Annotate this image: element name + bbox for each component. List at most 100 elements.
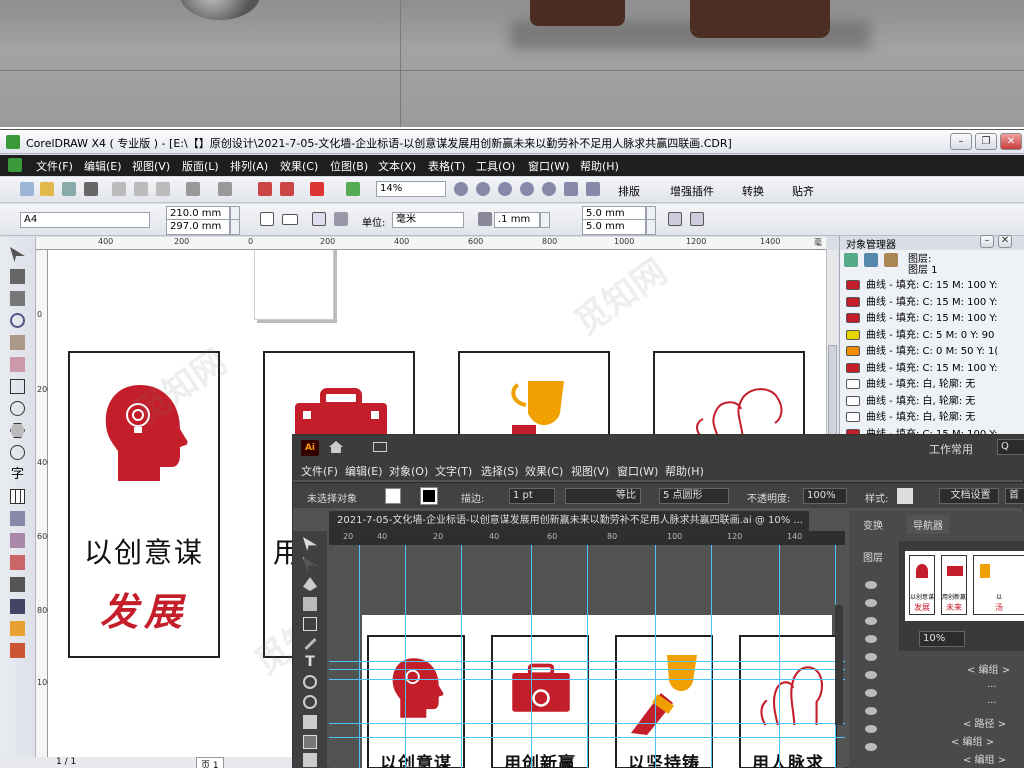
rotate-tool-icon[interactable] (303, 675, 317, 689)
arrange-documents-icon[interactable] (373, 442, 387, 452)
preferences-button[interactable]: 首 (1005, 488, 1024, 504)
brush-definition-select[interactable]: 5 点圆形 (659, 488, 729, 504)
edit-across-layers-icon[interactable] (864, 253, 878, 267)
layer-row[interactable]: < 路径 > (963, 715, 1024, 731)
menu-table[interactable]: 表格(T) (428, 158, 465, 174)
ai-menu-effect[interactable]: 效果(C) (525, 463, 563, 479)
ai-vertical-scrollbar[interactable] (835, 605, 843, 725)
selection-tool-icon[interactable] (303, 537, 317, 551)
ai-menu-select[interactable]: 选择(S) (481, 463, 519, 479)
poster-panel[interactable]: 以坚持铸 (615, 635, 713, 768)
object-list-item[interactable]: 曲线 - 填充: C: 5 M: 0 Y: 90 (846, 326, 1021, 342)
document-setup-button[interactable]: 文档设置 (939, 488, 999, 504)
page-tab[interactable]: 页 1 (196, 757, 224, 768)
layout-plugin-button[interactable]: 排版 (618, 183, 640, 199)
basic-shapes-icon[interactable] (10, 445, 25, 460)
stroke-weight-field[interactable]: 1 pt (509, 488, 555, 504)
ai-menu-type[interactable]: 文字(T) (435, 463, 472, 479)
opacity-field[interactable]: 100% (803, 488, 847, 504)
visibility-eye-icon[interactable] (865, 689, 877, 697)
zoom-out-icon[interactable] (476, 182, 490, 196)
shape-tool-icon[interactable] (10, 269, 25, 284)
layer-row[interactable]: ... (987, 679, 1024, 695)
menu-tools[interactable]: 工具(O) (476, 158, 515, 174)
pen-tool-icon[interactable] (303, 577, 317, 591)
menu-file[interactable]: 文件(F) (36, 158, 73, 174)
object-list-item[interactable]: 曲线 - 填充: C: 15 M: 100 Y: (846, 293, 1021, 309)
visibility-eye-icon[interactable] (865, 671, 877, 679)
fill-tool-icon[interactable] (10, 621, 25, 636)
menu-view[interactable]: 视图(V) (132, 158, 170, 174)
all-pages-icon[interactable] (312, 212, 326, 226)
zoom-width-icon[interactable] (564, 182, 578, 196)
curvature-tool-icon[interactable] (303, 597, 317, 611)
print-icon[interactable] (84, 182, 98, 196)
menu-arrange[interactable]: 排列(A) (230, 158, 268, 174)
menu-bitmaps[interactable]: 位图(B) (330, 158, 368, 174)
options-icon[interactable] (346, 182, 360, 196)
poster-panel[interactable]: 用人脉求 (739, 635, 837, 768)
zoom-all-icon[interactable] (520, 182, 534, 196)
eraser-tool-icon[interactable] (303, 715, 317, 729)
home-icon[interactable] (329, 441, 343, 453)
ai-document-tab[interactable]: 2021-7-05-文化墙-企业标语-以创意谋发展用创新赢未来以勤劳补不足用人脉… (329, 511, 809, 531)
table-tool-icon[interactable] (10, 489, 25, 504)
open-icon[interactable] (40, 182, 54, 196)
graphic-style-swatch[interactable] (897, 488, 913, 504)
artboard-tool-icon[interactable] (303, 735, 317, 749)
menu-edit[interactable]: 编辑(E) (84, 158, 122, 174)
layer-row[interactable]: < 编组 > (967, 661, 1024, 677)
undo-icon[interactable] (186, 182, 200, 196)
show-properties-icon[interactable] (844, 253, 858, 267)
unit-select[interactable]: 毫米 (392, 212, 464, 228)
interactive-fill-icon[interactable] (10, 643, 25, 658)
freehand-tool-icon[interactable] (10, 335, 25, 350)
save-icon[interactable] (62, 182, 76, 196)
snap-plugin-button[interactable]: 贴齐 (792, 183, 814, 199)
object-list-item[interactable]: 曲线 - 填充: 白, 轮廓: 无 (846, 408, 1021, 424)
current-page-icon[interactable] (334, 212, 348, 226)
paper-size-select[interactable]: A4 (20, 212, 150, 228)
poster-panel[interactable]: 以创意谋 (367, 635, 465, 768)
poster-panel[interactable]: 用创新赢 (491, 635, 589, 768)
layer-row[interactable]: < 编组 > (951, 733, 1024, 749)
portrait-icon[interactable] (260, 212, 274, 226)
zoom-in-icon[interactable] (454, 182, 468, 196)
launcher-icon[interactable] (310, 182, 324, 196)
pick-tool-icon[interactable] (10, 247, 25, 262)
object-list-item[interactable]: 曲线 - 填充: C: 0 M: 50 Y: 1( (846, 342, 1021, 358)
visibility-eye-icon[interactable] (865, 707, 877, 715)
layer-row[interactable]: ... (987, 695, 1024, 711)
menu-layout[interactable]: 版面(L) (182, 158, 219, 174)
docker-minimize-button[interactable]: – (980, 235, 994, 248)
paste-icon[interactable] (156, 182, 170, 196)
smart-fill-icon[interactable] (10, 357, 25, 372)
dup-y-spinner[interactable] (646, 219, 656, 235)
rectangle-tool-icon[interactable] (10, 379, 25, 394)
navigator-zoom-field[interactable]: 10% (919, 631, 965, 647)
direct-selection-icon[interactable] (303, 557, 317, 571)
text-tool-icon[interactable]: 字 (10, 467, 25, 482)
search-icon[interactable]: Q (997, 439, 1024, 455)
close-button[interactable]: ✕ (1000, 133, 1022, 150)
zoom-tool-icon[interactable] (10, 313, 25, 328)
poster-panel[interactable]: 以创意谋 发展 (68, 351, 220, 658)
treat-as-filled-icon[interactable] (690, 212, 704, 226)
docker-close-button[interactable]: ✕ (998, 235, 1012, 248)
crop-tool-icon[interactable] (10, 291, 25, 306)
visibility-eye-icon[interactable] (865, 725, 877, 733)
convert-plugin-button[interactable]: 转换 (742, 183, 764, 199)
navigator-thumbnail[interactable]: 以创意谋 发展 用创新赢 未来 以 汤 (905, 551, 1024, 621)
visibility-eye-icon[interactable] (865, 635, 877, 643)
ai-canvas[interactable]: 以创意谋 用创新赢 以坚持铸 用人脉求 (329, 545, 845, 768)
layer-manager-view-icon[interactable] (884, 253, 898, 267)
ai-menu-view[interactable]: 视图(V) (571, 463, 609, 479)
polygon-tool-icon[interactable] (10, 423, 25, 438)
visibility-eye-icon[interactable] (865, 617, 877, 625)
export-icon[interactable] (280, 182, 294, 196)
ai-menu-help[interactable]: 帮助(H) (665, 463, 704, 479)
ai-menu-edit[interactable]: 编辑(E) (345, 463, 383, 479)
reflect-tool-icon[interactable] (303, 695, 317, 709)
zoom-selected-icon[interactable] (498, 182, 512, 196)
visibility-eye-icon[interactable] (865, 743, 877, 751)
